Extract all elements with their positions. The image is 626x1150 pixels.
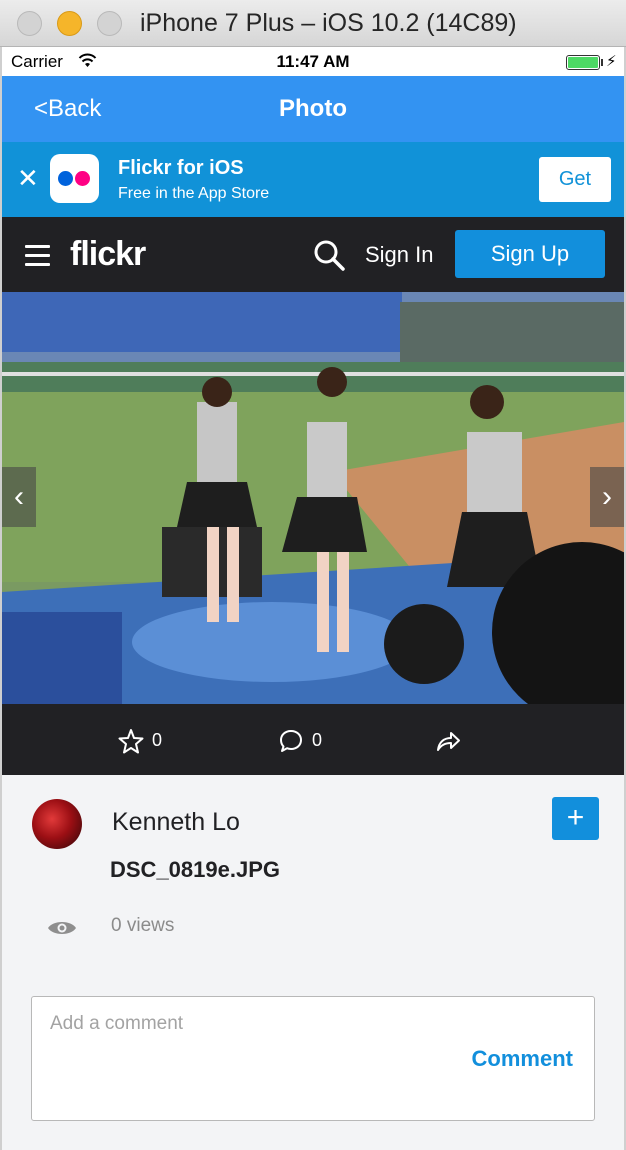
status-time: 11:47 AM (276, 52, 350, 71)
avatar[interactable] (32, 799, 82, 849)
charging-icon: ⚡ (606, 53, 617, 70)
favorites-count: 0 (152, 730, 163, 750)
zoom-window-button[interactable] (97, 11, 122, 36)
nav-bar: <Back Photo (0, 76, 626, 142)
chevron-left-icon[interactable]: ‹ (2, 467, 36, 527)
banner-app-name: Flickr for iOS (118, 157, 244, 179)
photo-viewer[interactable]: ‹ › (2, 292, 624, 704)
nav-title: Photo (279, 95, 347, 122)
banner-subtitle: Free in the App Store (118, 185, 270, 202)
search-icon[interactable] (313, 239, 345, 271)
left-window-edge (0, 47, 2, 1150)
comment-input[interactable]: Add a comment Comment (31, 996, 595, 1121)
hamburger-icon[interactable] (25, 245, 50, 272)
battery-tip (601, 59, 603, 66)
share-button[interactable] (434, 726, 462, 754)
comments-button[interactable]: 0 (278, 726, 322, 754)
plus-icon[interactable]: + (552, 797, 599, 840)
comment-button[interactable]: Comment (472, 1046, 573, 1072)
flickr-header: flickr Sign In Sign Up (0, 217, 626, 292)
comment-placeholder: Add a comment (50, 1013, 184, 1034)
sign-in-link[interactable]: Sign In (365, 242, 434, 268)
comment-icon (280, 730, 302, 753)
flickr-logo[interactable]: flickr (70, 235, 146, 274)
favorite-button[interactable]: 0 (118, 726, 162, 754)
sign-up-button[interactable]: Sign Up (455, 230, 605, 278)
flickr-pink-dot (75, 171, 90, 186)
photo-details: Kenneth Lo + DSC_0819e.JPG 0 views Add a… (2, 775, 624, 1150)
window-title: iPhone 7 Plus – iOS 10.2 (14C89) (140, 9, 517, 37)
author-name[interactable]: Kenneth Lo (112, 808, 240, 837)
photo-title: DSC_0819e.JPG (110, 857, 280, 882)
star-icon (118, 729, 144, 754)
views-count: 0 views (111, 915, 175, 936)
chevron-right-icon[interactable]: › (590, 467, 624, 527)
eye-icon (48, 922, 76, 934)
close-icon[interactable]: ✕ (17, 163, 39, 193)
comments-count: 0 (312, 730, 323, 750)
minimize-window-button[interactable] (57, 11, 82, 36)
app-banner: ✕ Flickr for iOS Free in the App Store G… (0, 142, 626, 217)
status-bar: Carrier 11:47 AM ⚡ (0, 47, 626, 76)
flickr-app-icon (50, 154, 99, 203)
flickr-blue-dot (58, 171, 73, 186)
close-window-button[interactable] (17, 11, 42, 36)
window-titlebar: iPhone 7 Plus – iOS 10.2 (14C89) (0, 0, 626, 47)
share-icon (437, 732, 460, 752)
photo-image (2, 292, 624, 704)
battery-icon (566, 55, 600, 70)
photo-action-bar: 0 0 (2, 704, 624, 775)
get-app-button[interactable]: Get (539, 157, 611, 202)
